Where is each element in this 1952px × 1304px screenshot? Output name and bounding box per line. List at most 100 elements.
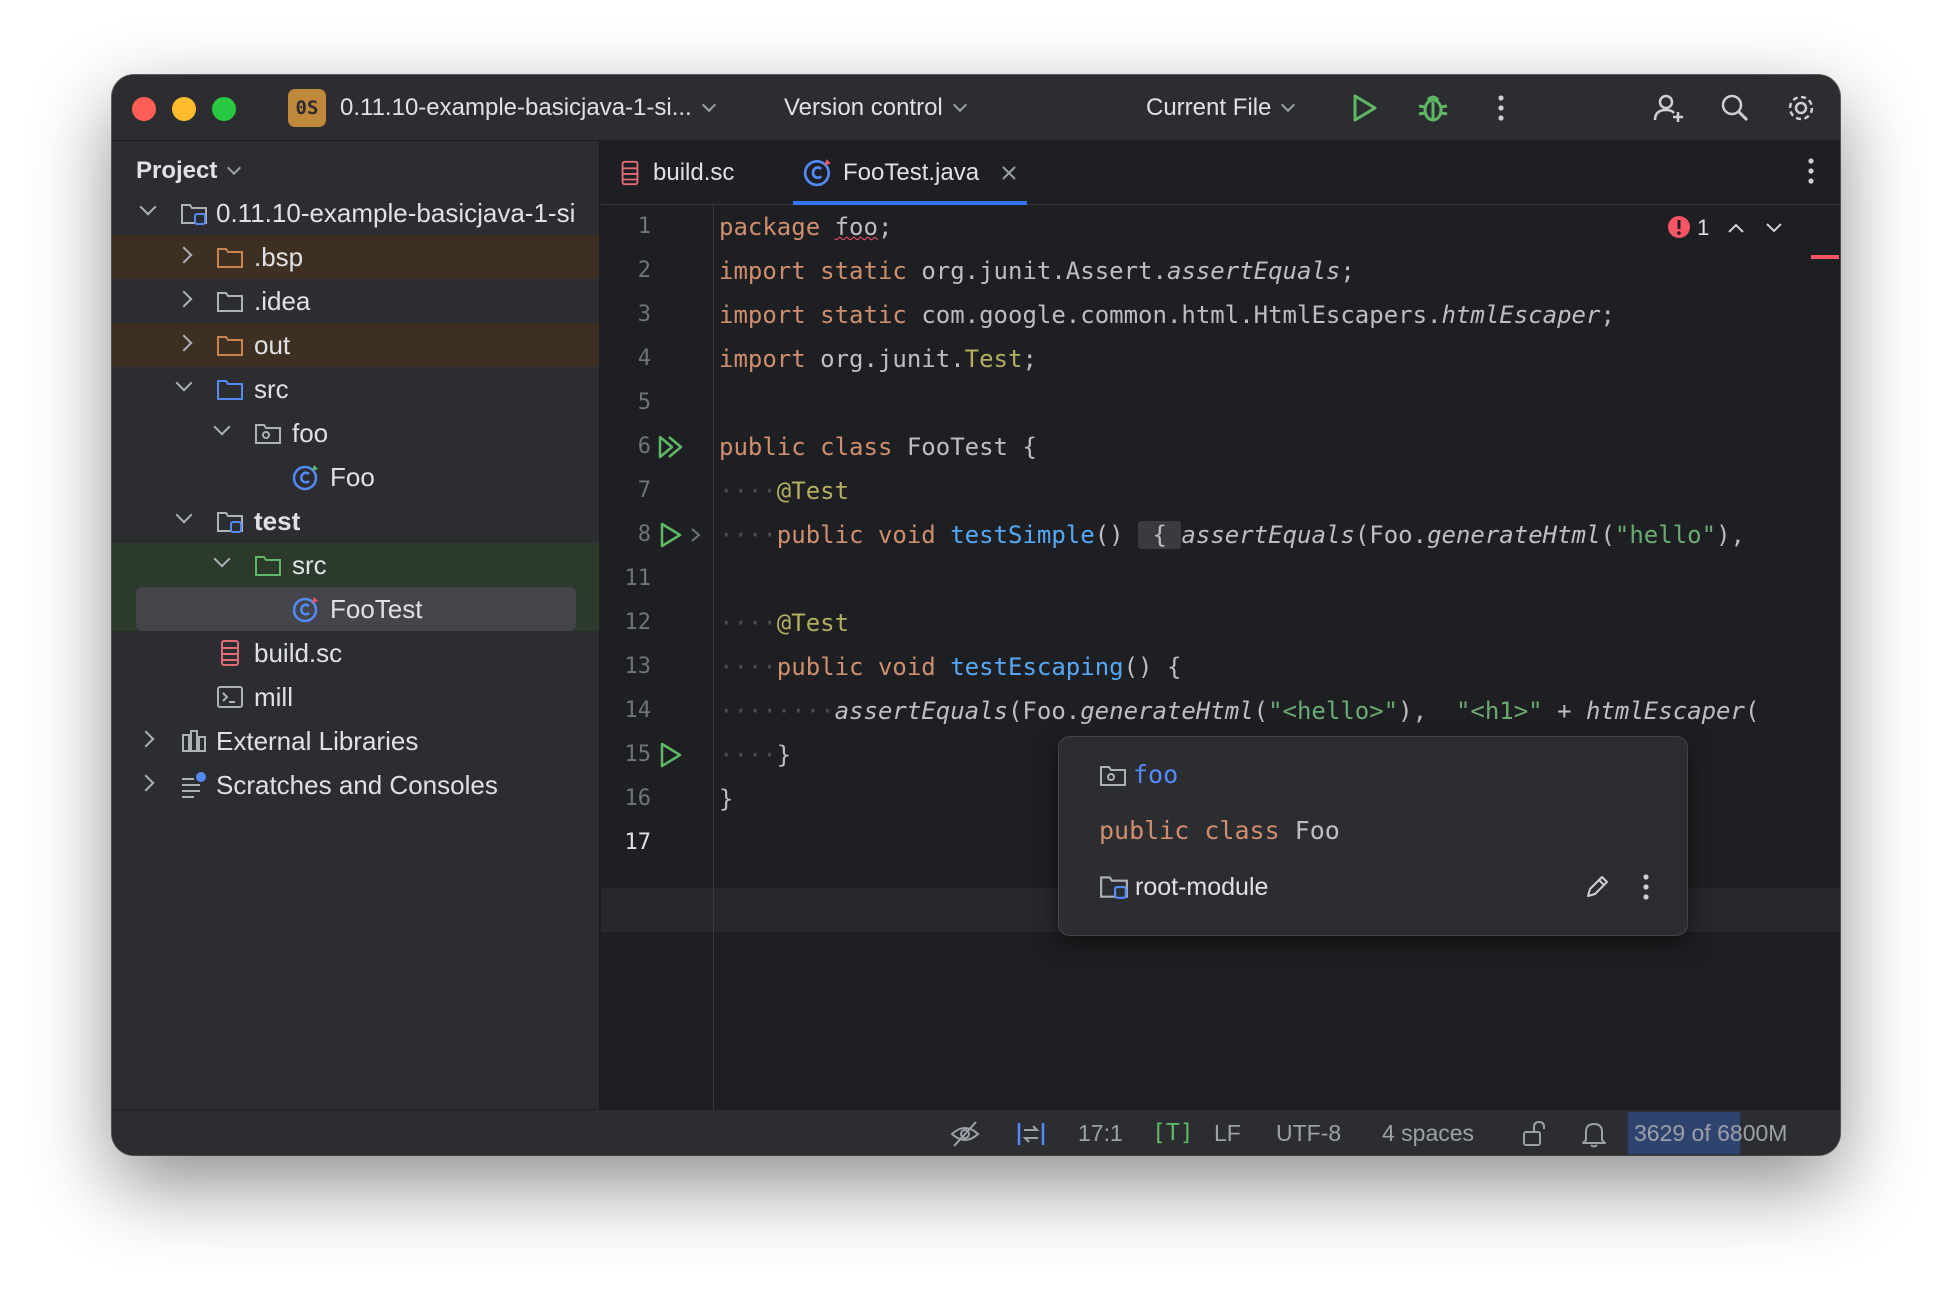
close-icon[interactable]	[1001, 165, 1017, 181]
popup-package-link[interactable]: foo	[1099, 755, 1178, 795]
code-line: ········assertEquals(Foo.generateHtml("<…	[719, 697, 1760, 725]
maximize-window-button[interactable]	[212, 97, 236, 121]
power-save-eye-icon[interactable]	[950, 1120, 980, 1148]
tree-item-foo-package[interactable]: foo	[112, 411, 599, 455]
line-number: 5	[637, 390, 651, 415]
line-number: 14	[624, 698, 652, 723]
chevron-down-icon[interactable]	[175, 506, 193, 524]
chevron-down-icon[interactable]	[139, 198, 157, 216]
vertical-dots-icon	[1498, 95, 1504, 121]
tree-item-label: src	[292, 550, 327, 580]
run-test-icon[interactable]	[657, 521, 685, 549]
tree-item-root-module[interactable]: 0.11.10-example-basicjava-1-si	[112, 191, 599, 235]
run-config-selector[interactable]: Current File	[1146, 91, 1296, 125]
tree-item-out[interactable]: out	[112, 323, 599, 367]
tree-item-label: mill	[254, 682, 293, 712]
title-bar: 0S 0.11.10-example-basicjava-1-si... Ver…	[112, 75, 1840, 141]
code-line: ····@Test	[719, 477, 850, 505]
inspection-widget[interactable]: 1	[1667, 215, 1709, 240]
tree-item-foo-class[interactable]: Foo	[112, 455, 599, 499]
version-control-label: Version control	[784, 94, 943, 121]
add-user-icon	[1653, 94, 1683, 122]
tree-item-bsp[interactable]: .bsp	[112, 235, 599, 279]
tab-label: build.sc	[653, 159, 735, 186]
next-highlight-icon[interactable]	[1765, 221, 1783, 235]
project-view-selector[interactable]: Project	[136, 157, 242, 185]
libraries-icon	[182, 730, 206, 752]
notifications-bell-icon[interactable]	[1580, 1120, 1608, 1148]
tree-item-label: FooTest	[330, 594, 423, 624]
tree-item-label: 0.11.10-example-basicjava-1-si	[216, 198, 576, 228]
tree-item-idea[interactable]: .idea	[112, 279, 599, 323]
vertical-dots-icon[interactable]	[1643, 873, 1649, 901]
vcs-branch-icon[interactable]	[1016, 1120, 1046, 1148]
line-number: 3	[637, 302, 651, 327]
project-tool-window: Project 0.11.10-example-basicjava-1-si .…	[112, 141, 600, 1109]
chevron-down-icon[interactable]	[175, 374, 193, 392]
module-folder-icon	[217, 512, 243, 533]
java-class-icon	[803, 159, 831, 187]
edit-pencil-icon[interactable]	[1583, 873, 1611, 901]
indent-setting[interactable]: 4 spaces	[1382, 1110, 1474, 1155]
chevron-right-icon[interactable]	[175, 290, 193, 308]
tree-item-mill[interactable]: mill	[112, 675, 599, 719]
code-with-me-button[interactable]	[1652, 91, 1686, 125]
scratches-icon	[182, 772, 206, 798]
unlock-icon[interactable]	[1520, 1120, 1548, 1148]
line-number: 1	[637, 214, 651, 239]
project-badge[interactable]: 0S	[288, 89, 326, 127]
run-button[interactable]	[1348, 91, 1382, 125]
popup-module-row: root-module	[1099, 867, 1268, 907]
memory-indicator[interactable]: 3629 of 6800M	[1628, 1112, 1840, 1154]
chevron-right-icon[interactable]	[175, 334, 193, 352]
fold-expand-icon[interactable]	[689, 527, 703, 543]
build-file-icon	[621, 160, 639, 186]
tab-footest-java[interactable]: FooTest.java	[793, 141, 1027, 205]
more-actions-button[interactable]	[1484, 91, 1518, 125]
chevron-down-icon	[952, 97, 967, 113]
caret-position[interactable]: 17:1	[1078, 1110, 1123, 1155]
chevron-down-icon[interactable]	[213, 418, 231, 436]
project-name: 0.11.10-example-basicjava-1-si...	[340, 94, 692, 121]
chevron-right-icon[interactable]	[137, 774, 155, 792]
tree-item-footest[interactable]: FooTest	[112, 587, 599, 631]
version-control-menu[interactable]: Version control	[784, 91, 967, 125]
tree-item-external-libraries[interactable]: External Libraries	[112, 719, 599, 763]
tree-item-label: out	[254, 330, 291, 360]
tree-item-scratches[interactable]: Scratches and Consoles	[112, 763, 599, 807]
gear-icon	[1788, 95, 1814, 121]
vertical-dots-icon	[1808, 158, 1814, 184]
line-number: 12	[624, 610, 652, 635]
tab-options-button[interactable]	[1801, 157, 1821, 189]
line-number: 6	[637, 434, 651, 459]
run-test-icon[interactable]	[657, 741, 685, 769]
error-stripe-marker[interactable]	[1811, 255, 1839, 259]
tree-item-test-module[interactable]: test	[112, 499, 599, 543]
run-all-tests-icon[interactable]	[657, 433, 685, 461]
editor-mode[interactable]: [T]	[1152, 1110, 1194, 1155]
minimize-window-button[interactable]	[172, 97, 196, 121]
debug-button[interactable]	[1416, 91, 1450, 125]
chevron-right-icon[interactable]	[175, 246, 193, 264]
search-button[interactable]	[1718, 91, 1752, 125]
file-encoding[interactable]: UTF-8	[1276, 1110, 1341, 1155]
line-separator[interactable]: LF	[1214, 1110, 1241, 1155]
line-number-current: 17	[624, 830, 652, 855]
close-window-button[interactable]	[132, 97, 156, 121]
folder-icon	[217, 292, 243, 312]
line-number: 4	[637, 346, 651, 371]
chevron-down-icon[interactable]	[213, 550, 231, 568]
tree-item-label: .idea	[254, 286, 311, 316]
folded-region[interactable]: {	[1138, 521, 1182, 549]
settings-button[interactable]	[1784, 91, 1818, 125]
tree-item-label: src	[254, 374, 289, 404]
tab-build-sc[interactable]: build.sc	[613, 141, 773, 205]
project-selector[interactable]: 0.11.10-example-basicjava-1-si...	[340, 91, 716, 125]
code-editor[interactable]: 1 2 3 4 5 6 7 8 11 12 13 14 15 16 17 pac…	[601, 205, 1840, 1109]
previous-highlight-icon[interactable]	[1727, 221, 1745, 235]
tree-item-test-src[interactable]: src	[112, 543, 599, 587]
chevron-right-icon[interactable]	[137, 730, 155, 748]
tree-item-src[interactable]: src	[112, 367, 599, 411]
tree-item-build-sc[interactable]: build.sc	[112, 631, 599, 675]
code-line: }	[719, 785, 734, 813]
